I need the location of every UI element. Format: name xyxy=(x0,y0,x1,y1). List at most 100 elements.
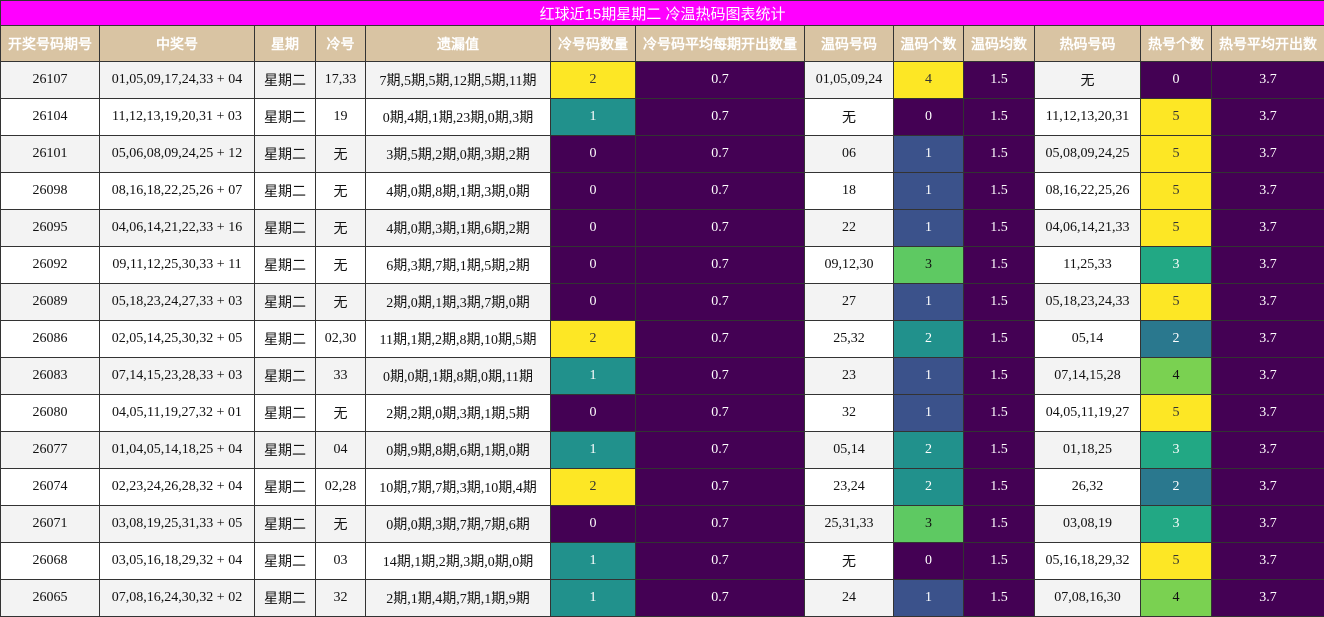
cold-cell: 02,28 xyxy=(315,468,366,506)
cold-count-cell: 2 xyxy=(550,320,636,358)
header-cold-avg: 冷号码平均每期开出数量 xyxy=(635,25,805,62)
hot-cell: 05,14 xyxy=(1034,320,1141,358)
omission-cell: 2期,1期,4期,7期,1期,9期 xyxy=(365,579,551,617)
issue-cell: 26080 xyxy=(0,394,100,432)
omission-cell: 2期,0期,1期,3期,7期,0期 xyxy=(365,283,551,321)
hot-cell: 04,06,14,21,33 xyxy=(1034,209,1141,247)
hot-count-cell: 3 xyxy=(1140,431,1212,469)
weekday-cell: 星期二 xyxy=(254,61,316,99)
hot-count-cell: 5 xyxy=(1140,394,1212,432)
cold-count-cell: 0 xyxy=(550,172,636,210)
numbers-cell: 03,05,16,18,29,32 + 04 xyxy=(99,542,255,580)
omission-cell: 11期,1期,2期,8期,10期,5期 xyxy=(365,320,551,358)
issue-cell: 26065 xyxy=(0,579,100,617)
cold-count-cell: 0 xyxy=(550,209,636,247)
issue-cell: 26107 xyxy=(0,61,100,99)
hot-cell: 04,05,11,19,27 xyxy=(1034,394,1141,432)
warm-cell: 23,24 xyxy=(804,468,894,506)
issue-cell: 26092 xyxy=(0,246,100,284)
hot-avg-cell: 3.7 xyxy=(1210,98,1324,136)
cold-avg-cell: 0.7 xyxy=(635,172,805,210)
omission-cell: 0期,0期,1期,8期,0期,11期 xyxy=(365,357,551,395)
cold-count-cell: 2 xyxy=(550,468,636,506)
cold-avg-cell: 0.7 xyxy=(635,246,805,284)
issue-cell: 26104 xyxy=(0,98,100,136)
hot-cell: 03,08,19 xyxy=(1034,505,1141,543)
header-row: 开奖号码期号 中奖号 星期 冷号 遗漏值 冷号码数量 冷号码平均每期开出数量 温码号码 温码个数… xyxy=(0,25,1324,62)
numbers-cell: 03,08,19,25,31,33 + 05 xyxy=(99,505,255,543)
warm-avg-cell: 1.5 xyxy=(963,172,1035,210)
cold-count-cell: 1 xyxy=(550,579,636,617)
issue-cell: 26068 xyxy=(0,542,100,580)
cold-count-cell: 2 xyxy=(550,61,636,99)
warm-cell: 25,31,33 xyxy=(804,505,894,543)
table-row: 26095 04,06,14,21,22,33 + 16 星期二无 4期,0期,3期,… xyxy=(0,209,1324,247)
hot-cell: 无 xyxy=(1034,61,1141,99)
warm-count-cell: 2 xyxy=(893,431,964,469)
hot-cell: 11,12,13,20,31 xyxy=(1034,98,1141,136)
hot-avg-cell: 3.7 xyxy=(1210,172,1324,210)
omission-cell: 0期,4期,1期,23期,0期,3期 xyxy=(365,98,551,136)
issue-cell: 26095 xyxy=(0,209,100,247)
warm-count-cell: 1 xyxy=(893,357,964,395)
warm-cell: 无 xyxy=(804,542,894,580)
cold-avg-cell: 0.7 xyxy=(635,209,805,247)
weekday-cell: 星期二 xyxy=(254,505,316,543)
warm-cell: 22 xyxy=(804,209,894,247)
cold-count-cell: 1 xyxy=(550,357,636,395)
issue-cell: 26086 xyxy=(0,320,100,358)
warm-count-cell: 4 xyxy=(893,61,964,99)
cold-avg-cell: 0.7 xyxy=(635,431,805,469)
cold-avg-cell: 0.7 xyxy=(635,283,805,321)
weekday-cell: 星期二 xyxy=(254,357,316,395)
header-omission: 遗漏值 xyxy=(365,25,551,62)
warm-count-cell: 1 xyxy=(893,209,964,247)
omission-cell: 2期,2期,0期,3期,1期,5期 xyxy=(365,394,551,432)
omission-cell: 0期,0期,3期,7期,7期,6期 xyxy=(365,505,551,543)
hot-cell: 05,18,23,24,33 xyxy=(1034,283,1141,321)
cold-cell: 19 xyxy=(315,98,366,136)
issue-cell: 26074 xyxy=(0,468,100,506)
header-warm-avg: 温码均数 xyxy=(963,25,1035,62)
cold-count-cell: 0 xyxy=(550,135,636,173)
header-hot-avg: 热号平均开出数 xyxy=(1210,25,1324,62)
hot-avg-cell: 3.7 xyxy=(1210,135,1324,173)
numbers-cell: 02,05,14,25,30,32 + 05 xyxy=(99,320,255,358)
hot-count-cell: 0 xyxy=(1140,61,1212,99)
numbers-cell: 05,06,08,09,24,25 + 12 xyxy=(99,135,255,173)
hot-avg-cell: 3.7 xyxy=(1210,61,1324,99)
warm-cell: 18 xyxy=(804,172,894,210)
cold-count-cell: 0 xyxy=(550,283,636,321)
hot-avg-cell: 3.7 xyxy=(1210,579,1324,617)
warm-cell: 27 xyxy=(804,283,894,321)
table-row: 26089 05,18,23,24,27,33 + 03 星期二无 2期,0期,1期,… xyxy=(0,283,1324,321)
hot-count-cell: 3 xyxy=(1140,505,1212,543)
hot-count-cell: 4 xyxy=(1140,357,1212,395)
table-row: 26065 07,08,16,24,30,32 + 02 星期二 32 2期,1期,4期… xyxy=(0,579,1324,617)
hot-cell: 11,25,33 xyxy=(1034,246,1141,284)
cold-count-cell: 1 xyxy=(550,542,636,580)
hot-avg-cell: 3.7 xyxy=(1210,394,1324,432)
weekday-cell: 星期二 xyxy=(254,172,316,210)
cold-avg-cell: 0.7 xyxy=(635,98,805,136)
numbers-cell: 01,05,09,17,24,33 + 04 xyxy=(99,61,255,99)
cold-cell: 无 xyxy=(315,283,366,321)
weekday-cell: 星期二 xyxy=(254,135,316,173)
hot-avg-cell: 3.7 xyxy=(1210,320,1324,358)
cold-avg-cell: 0.7 xyxy=(635,135,805,173)
numbers-cell: 04,06,14,21,22,33 + 16 xyxy=(99,209,255,247)
weekday-cell: 星期二 xyxy=(254,283,316,321)
warm-count-cell: 2 xyxy=(893,320,964,358)
warm-count-cell: 1 xyxy=(893,135,964,173)
cold-count-cell: 0 xyxy=(550,394,636,432)
weekday-cell: 星期二 xyxy=(254,246,316,284)
warm-cell: 23 xyxy=(804,357,894,395)
cold-warm-hot-table: 红球近15期星期二 冷温热码图表统计 开奖号码期号 中奖号 星期 冷号 遗漏值 冷号码数量… xyxy=(0,0,1324,617)
cold-avg-cell: 0.7 xyxy=(635,61,805,99)
warm-avg-cell: 1.5 xyxy=(963,320,1035,358)
header-cold: 冷号 xyxy=(315,25,366,62)
cold-cell: 32 xyxy=(315,579,366,617)
hot-count-cell: 5 xyxy=(1140,172,1212,210)
table-row: 26101 05,06,08,09,24,25 + 12 星期二无 3期,5期,2期,… xyxy=(0,135,1324,173)
table-row: 26092 09,11,12,25,30,33 + 11 星期二无 6期,3期,7期,… xyxy=(0,246,1324,284)
